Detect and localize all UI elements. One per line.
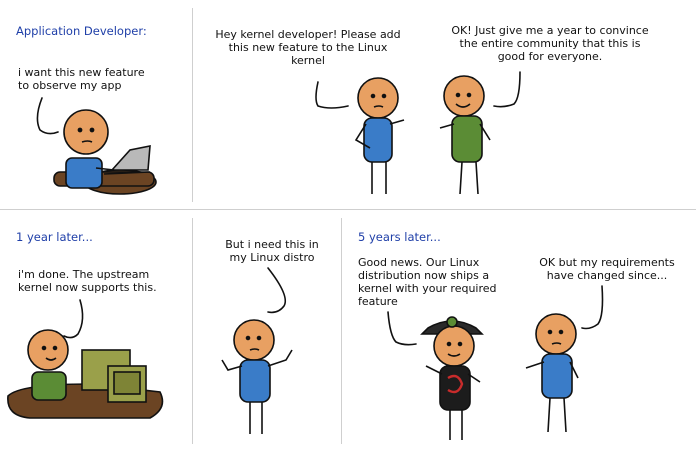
p2-blue-figure xyxy=(354,77,405,194)
speech-p4-figure: But i need this in my Linux distro xyxy=(225,238,319,264)
speech-p5-left: Good news. Our Linux distribution now sh… xyxy=(358,256,497,308)
speech-tail-p5-left xyxy=(387,311,417,346)
caption-one-year-later: 1 year later... xyxy=(16,230,93,244)
speech-tail-p3 xyxy=(63,299,84,339)
speech-tail-p2-right xyxy=(493,71,521,108)
speech-p3-developer: i'm done. The upstream kernel now suppor… xyxy=(18,268,157,294)
speech-tail-p1 xyxy=(36,97,59,135)
p5-distro-figure xyxy=(420,316,484,440)
speech-p2-left: Hey kernel developer! Please add this ne… xyxy=(215,28,401,67)
speech-p1-developer: i want this new feature to observe my ap… xyxy=(18,66,145,92)
speech-p5-right: OK but my requirements have changed sinc… xyxy=(539,256,675,282)
p2-green-figure xyxy=(439,75,491,195)
p1-developer xyxy=(53,109,157,195)
comic-strip: Application Developer: i want this new f… xyxy=(0,0,696,452)
speech-tail-p4 xyxy=(267,267,287,314)
p5-blue-figure xyxy=(525,313,579,433)
speech-tail-p5-right xyxy=(581,285,604,330)
p4-blue-figure xyxy=(221,319,293,434)
speech-p2-right: OK! Just give me a year to convince the … xyxy=(451,24,649,63)
speech-tail-p2-left xyxy=(315,81,349,109)
p3-developer xyxy=(7,329,164,419)
caption-five-years-later: 5 years later... xyxy=(358,230,441,244)
caption-application-developer: Application Developer: xyxy=(16,24,147,38)
